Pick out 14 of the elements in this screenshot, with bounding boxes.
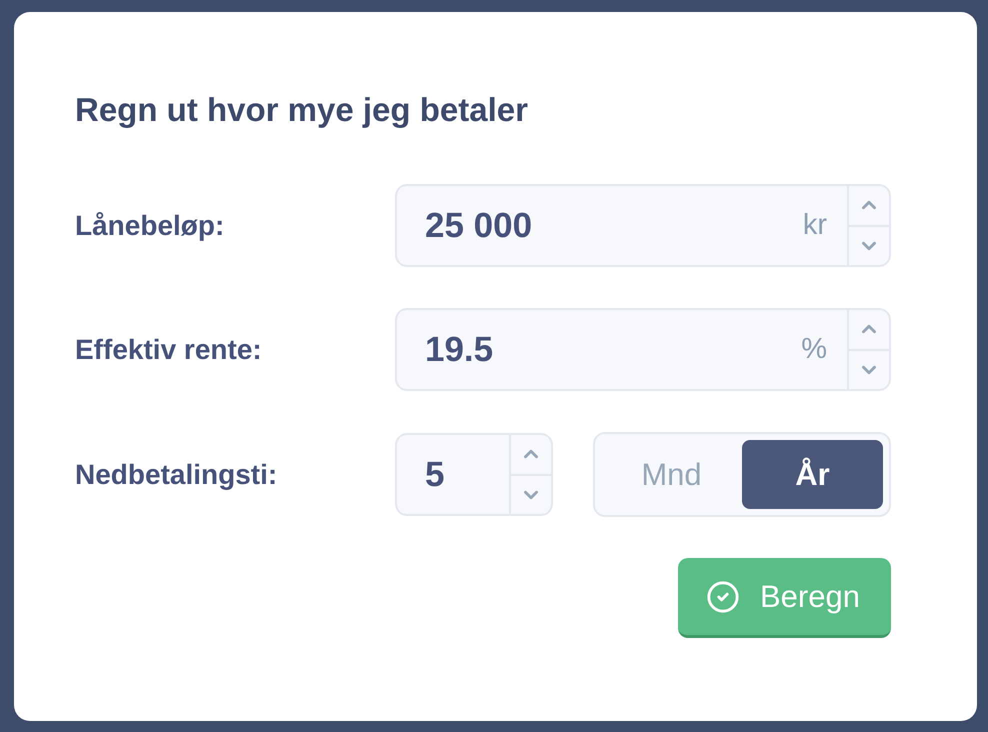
period-option[interactable]: År [742,440,883,509]
field-label: Nedbetalingsti: [75,458,278,490]
field-label: Effektiv rente: [75,334,263,366]
value-input[interactable]: 19.5 [397,310,794,389]
number-field[interactable]: 25 000 kr [395,184,891,267]
value-input[interactable]: 25 000 [397,186,795,265]
unit-label: % [800,333,828,366]
number-field[interactable]: 5 [395,433,553,516]
unit-label: kr [802,209,828,242]
field-label: Lånebeløp: [75,210,226,242]
value-input[interactable]: 5 [397,435,509,514]
number-field[interactable]: 19.5 % [395,308,891,391]
form-title: Regn ut hvor mye jeg betaler [75,90,529,130]
check-circle-icon [706,580,740,614]
